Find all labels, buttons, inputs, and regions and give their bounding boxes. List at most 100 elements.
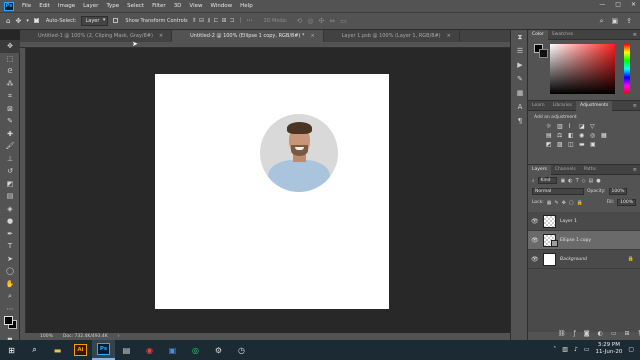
video-app-icon[interactable]: ▣ bbox=[161, 340, 184, 360]
align-top-icon[interactable]: ⫪ bbox=[193, 17, 196, 25]
transform-controls-checkbox[interactable] bbox=[113, 17, 120, 25]
more-options-icon[interactable]: ⋯ bbox=[247, 17, 253, 25]
filter-toggle-icon[interactable]: ● bbox=[596, 178, 600, 184]
illustrator-app[interactable]: Ai bbox=[69, 340, 92, 360]
gradient-tool-icon[interactable]: ▤ bbox=[0, 190, 20, 203]
lock-transparency-icon[interactable]: ▦ bbox=[547, 200, 552, 206]
brushes-panel-icon[interactable]: ✎ bbox=[511, 72, 529, 86]
opacity-input[interactable]: 100% bbox=[608, 188, 628, 195]
more-tools-icon[interactable]: ⋯ bbox=[0, 303, 20, 316]
battery-icon[interactable]: ▭ bbox=[584, 346, 590, 353]
chevron-up-icon[interactable]: ˄ bbox=[553, 346, 556, 353]
vertical-ruler[interactable] bbox=[20, 48, 26, 333]
distribute-icon[interactable]: ⋮ bbox=[238, 17, 244, 25]
menu-help[interactable]: Help bbox=[236, 3, 257, 9]
workspace-icon[interactable]: ▣ bbox=[612, 17, 619, 26]
align-right-icon[interactable]: ⊐ bbox=[230, 17, 235, 25]
file-explorer-icon[interactable]: ▬ bbox=[46, 340, 69, 360]
frame-tool-icon[interactable]: ⊠ bbox=[0, 103, 20, 116]
menu-view[interactable]: View bbox=[185, 3, 206, 9]
zoom-level[interactable]: 100% bbox=[40, 334, 53, 339]
menu-select[interactable]: Select bbox=[123, 3, 148, 9]
eraser-tool-icon[interactable]: ◩ bbox=[0, 178, 20, 191]
media-app-icon[interactable]: ▤ bbox=[115, 340, 138, 360]
visibility-eye-icon[interactable]: 👁 bbox=[531, 256, 539, 263]
close-icon[interactable]: × bbox=[159, 33, 163, 39]
history-brush-tool-icon[interactable]: ↺ bbox=[0, 165, 20, 178]
invert-icon[interactable]: ◩ bbox=[546, 141, 556, 148]
search-icon[interactable]: ⌕ bbox=[23, 340, 46, 360]
tab-paths[interactable]: Paths bbox=[580, 165, 600, 175]
tab-layer-1-psb[interactable]: Layer 1.psb @ 100% (Layer 1, RGB/8#) × bbox=[324, 30, 460, 42]
layer-row-layer-1[interactable]: 👁 Layer 1 bbox=[528, 212, 640, 231]
maximize-button[interactable]: □ bbox=[615, 1, 621, 8]
black-white-icon[interactable]: ◧ bbox=[568, 132, 578, 139]
whatsapp-icon[interactable]: ◎ bbox=[184, 340, 207, 360]
document-canvas[interactable] bbox=[155, 74, 389, 309]
lock-pixels-icon[interactable]: ✎ bbox=[555, 200, 559, 206]
shape-filter-icon[interactable]: ◇ bbox=[582, 178, 586, 184]
menu-filter[interactable]: Filter bbox=[148, 3, 170, 9]
search-icon[interactable]: ⌕ bbox=[600, 17, 604, 26]
hand-tool-icon[interactable]: ✋ bbox=[0, 278, 20, 291]
align-bottom-icon[interactable]: ⫫ bbox=[207, 17, 210, 25]
zoom-tool-icon[interactable]: ⌕ bbox=[0, 290, 20, 303]
settings-gear-icon[interactable]: ⚙ bbox=[207, 340, 230, 360]
lock-artboard-icon[interactable]: ▢ bbox=[569, 200, 574, 206]
photo-filter-icon[interactable]: ◉ bbox=[579, 132, 589, 139]
status-arrow-icon[interactable]: › bbox=[118, 334, 120, 339]
panel-menu-icon[interactable]: ≡ bbox=[633, 103, 637, 109]
adjustment-filter-icon[interactable]: ◐ bbox=[568, 178, 572, 184]
lock-all-icon[interactable]: 🔒 bbox=[577, 200, 583, 206]
tab-channels[interactable]: Channels bbox=[551, 165, 580, 175]
menu-file[interactable]: File bbox=[18, 3, 35, 9]
ellipse-tool-icon[interactable]: ◯ bbox=[0, 265, 20, 278]
blend-mode-dropdown[interactable]: Normal bbox=[532, 188, 584, 195]
fill-input[interactable]: 100% bbox=[617, 199, 636, 206]
swatches-panel-icon[interactable]: ▦ bbox=[511, 86, 529, 100]
tab-color[interactable]: Color bbox=[528, 29, 548, 40]
visibility-eye-icon[interactable]: 👁 bbox=[531, 218, 539, 225]
history-panel-icon[interactable]: ⧗ bbox=[511, 30, 529, 44]
align-hcenter-icon[interactable]: ⊞ bbox=[221, 17, 226, 25]
system-clock[interactable]: 3:29 PM 11-Jun-20 bbox=[595, 342, 622, 356]
tab-swatches[interactable]: Swatches bbox=[548, 30, 578, 40]
photoshop-app[interactable]: Ps bbox=[92, 340, 115, 360]
network-icon[interactable]: ▥ bbox=[562, 346, 568, 353]
properties-panel-icon[interactable]: ☰ bbox=[511, 44, 529, 58]
share-icon[interactable]: ⇪ bbox=[626, 17, 632, 26]
exposure-icon[interactable]: ◪ bbox=[579, 123, 589, 130]
layer-row-ellipse-1-copy[interactable]: 👁 Ellipse 1 copy bbox=[528, 231, 640, 250]
move-tool-icon[interactable]: ✥ bbox=[15, 17, 21, 25]
notifications-icon[interactable]: ▢ bbox=[628, 346, 634, 353]
menu-window[interactable]: Window bbox=[206, 3, 236, 9]
drag-3d-icon[interactable]: ✣ bbox=[318, 17, 324, 25]
actions-panel-icon[interactable]: ▶ bbox=[511, 58, 529, 72]
clone-stamp-tool-icon[interactable]: ⊥ bbox=[0, 153, 20, 166]
move-tool-icon[interactable]: ✥ bbox=[0, 40, 20, 53]
pen-tool-icon[interactable]: ✒ bbox=[0, 228, 20, 241]
smart-object-filter-icon[interactable]: ▤ bbox=[588, 178, 593, 184]
healing-brush-tool-icon[interactable]: ✚ bbox=[0, 128, 20, 141]
new-group-icon[interactable]: ▭ bbox=[611, 330, 617, 337]
panel-background-swatch[interactable] bbox=[539, 49, 548, 58]
channel-mixer-icon[interactable]: ◎ bbox=[590, 132, 600, 139]
volume-icon[interactable]: ♪ bbox=[574, 346, 578, 353]
close-icon[interactable]: × bbox=[310, 33, 314, 39]
new-adjustment-icon[interactable]: ◐ bbox=[598, 330, 603, 337]
color-picker-field[interactable] bbox=[550, 44, 615, 94]
canvas-workspace[interactable] bbox=[20, 42, 510, 333]
paragraph-panel-icon[interactable]: ¶ bbox=[511, 114, 529, 128]
tab-libraries[interactable]: Libraries bbox=[549, 101, 576, 111]
chrome-icon[interactable]: ◉ bbox=[138, 340, 161, 360]
close-icon[interactable]: × bbox=[447, 33, 451, 39]
levels-icon[interactable]: ▥ bbox=[557, 123, 567, 130]
lock-position-icon[interactable]: ✥ bbox=[562, 200, 566, 206]
menu-3d[interactable]: 3D bbox=[170, 3, 186, 9]
slide-3d-icon[interactable]: ⇔ bbox=[329, 17, 335, 25]
close-button[interactable]: ✕ bbox=[631, 1, 636, 8]
add-mask-icon[interactable]: ◙ bbox=[584, 330, 590, 337]
menu-edit[interactable]: Edit bbox=[35, 3, 54, 9]
eyedropper-tool-icon[interactable]: ✎ bbox=[0, 115, 20, 128]
auto-select-dropdown[interactable]: Layer bbox=[81, 16, 109, 26]
